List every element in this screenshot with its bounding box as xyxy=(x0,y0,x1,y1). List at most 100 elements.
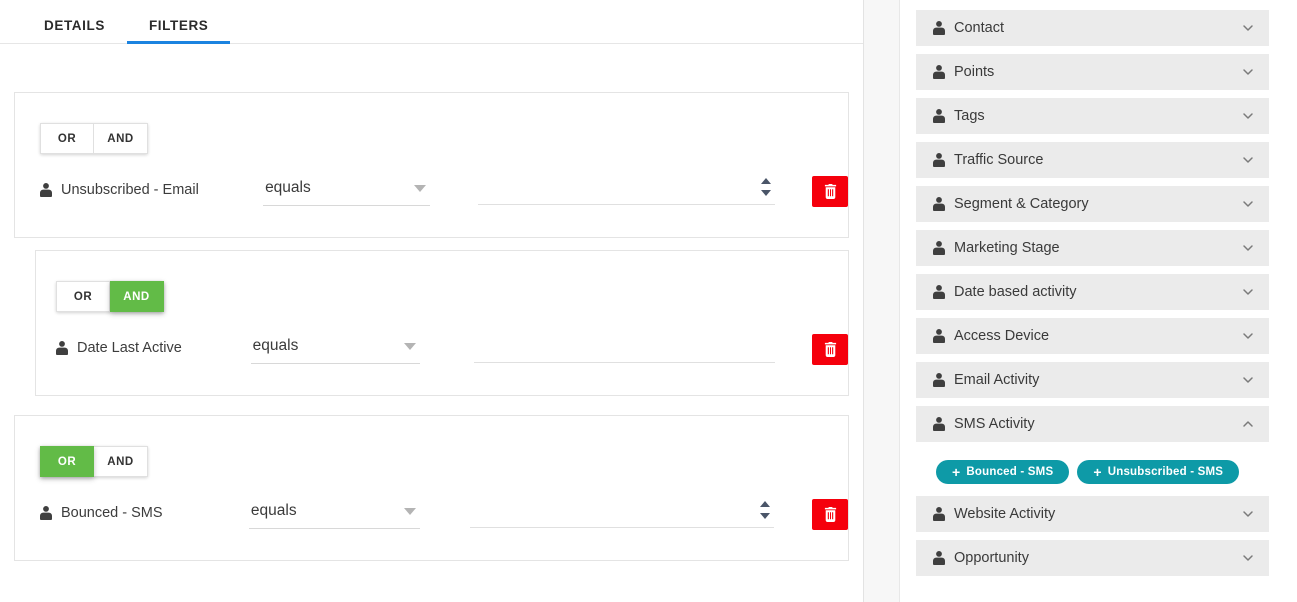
delete-filter-button[interactable] xyxy=(812,334,848,365)
tab-filters[interactable]: FILTERS xyxy=(126,18,231,44)
logic-operator-toggle: OR AND xyxy=(56,281,164,312)
sidebar-panel-website-activity[interactable]: Website Activity xyxy=(916,496,1269,532)
chevron-down-icon xyxy=(1243,157,1253,163)
user-icon xyxy=(933,329,945,343)
sidebar-panel-marketing-stage[interactable]: Marketing Stage xyxy=(916,230,1269,266)
sidebar-panel-label: Date based activity xyxy=(954,284,1077,300)
stepper-down-icon[interactable] xyxy=(760,190,771,196)
sidebar-panel-label: Email Activity xyxy=(954,372,1040,388)
main-panel: DETAILS FILTERS OR AND Unsubscribed - Email… xyxy=(0,0,864,602)
sidebar-panel-title: Opportunity xyxy=(933,550,1241,566)
filter-builder-screen: DETAILS FILTERS OR AND Unsubscribed - Email… xyxy=(0,0,1297,602)
user-icon xyxy=(933,197,945,211)
stepper-up-icon[interactable] xyxy=(759,501,770,507)
sidebar-panel-label: Traffic Source xyxy=(954,152,1044,168)
sidebar-panel-segment-category[interactable]: Segment & Category xyxy=(916,186,1269,222)
sidebar-panel-title: Email Activity xyxy=(933,372,1241,388)
logic-operator-toggle: OR AND xyxy=(40,123,148,154)
plus-icon: + xyxy=(952,464,961,480)
sidebar-panel-title: Website Activity xyxy=(933,506,1241,522)
panel-gutter xyxy=(864,0,900,602)
filter-field-text: Unsubscribed - Email xyxy=(61,182,199,198)
sidebar-panel-contact[interactable]: Contact xyxy=(916,10,1269,46)
stepper-down-icon[interactable] xyxy=(759,513,770,519)
logic-operator-toggle: OR AND xyxy=(40,446,148,477)
logic-and-button[interactable]: AND xyxy=(110,281,164,312)
delete-filter-button[interactable] xyxy=(812,499,848,530)
chevron-down-icon xyxy=(1243,377,1253,383)
chevron-down-icon xyxy=(1243,289,1253,295)
chevron-down-icon xyxy=(1243,333,1253,339)
trash-icon xyxy=(824,507,836,522)
user-icon xyxy=(56,341,68,355)
sidebar-panel-date-based-activity[interactable]: Date based activity xyxy=(916,274,1269,310)
trash-icon xyxy=(824,184,836,199)
filter-row: Unsubscribed - Email equalsnot equalempty… xyxy=(15,154,849,237)
chevron-down-icon xyxy=(1243,245,1253,251)
chevron-up-icon xyxy=(1243,421,1253,427)
filter-value-wrap xyxy=(473,334,775,363)
sidebar-panel-tags[interactable]: Tags xyxy=(916,98,1269,134)
sidebar-panel-title: Traffic Source xyxy=(933,152,1241,168)
sidebar-panel-title: Points xyxy=(933,64,1241,80)
operator-select-wrap: equalsnot equalemptynot empty xyxy=(263,176,430,206)
user-icon xyxy=(933,65,945,79)
sidebar-panel-label: Segment & Category xyxy=(954,196,1089,212)
operator-select[interactable]: equalsnot equalemptynot empty xyxy=(248,499,421,529)
filter-group: ORAND Unsubscribed - Email equalsnot equal… xyxy=(14,92,849,238)
filter-group: ORAND Bounced - SMS equalsnot equalemptyno… xyxy=(14,415,849,561)
sidebar-panel-title: Contact xyxy=(933,20,1241,36)
chevron-down-icon xyxy=(1243,69,1253,75)
sidebar-panel-label: Marketing Stage xyxy=(954,240,1060,256)
operator-select-wrap: equalsnot equalgreater thanless than xyxy=(250,334,420,364)
sidebar-panel-label: Access Device xyxy=(954,328,1050,344)
sidebar-panel-access-device[interactable]: Access Device xyxy=(916,318,1269,354)
filter-field-label: Bounced - SMS xyxy=(40,499,249,521)
trash-icon xyxy=(824,342,836,357)
sidebar-panel-points[interactable]: Points xyxy=(916,54,1269,90)
logic-and-button[interactable]: AND xyxy=(94,123,148,154)
filter-source-sidebar: Contact Points Tags Traffic Source Segment &… xyxy=(900,0,1296,602)
sidebar-panel-title: Segment & Category xyxy=(933,196,1241,212)
user-icon xyxy=(933,241,945,255)
add-filter-badge-label: Bounced - SMS xyxy=(966,466,1054,478)
user-icon xyxy=(933,373,945,387)
filter-field-label: Unsubscribed - Email xyxy=(40,176,263,198)
filter-value-input[interactable] xyxy=(478,176,776,205)
filter-row: Bounced - SMS equalsnot equalemptynot emp… xyxy=(15,477,848,560)
tab-bar: DETAILS FILTERS xyxy=(0,0,863,44)
filter-field-label: Date Last Active xyxy=(56,334,251,356)
operator-select[interactable]: equalsnot equalgreater thanless than xyxy=(250,334,420,364)
filter-group: ORAND Date Last Active equalsnot equalgrea… xyxy=(35,250,849,396)
chevron-down-icon xyxy=(1243,511,1253,517)
number-stepper[interactable] xyxy=(760,178,771,196)
sidebar-panel-sms-activity[interactable]: SMS Activity xyxy=(916,406,1269,442)
user-icon xyxy=(933,153,945,167)
filter-value-input[interactable] xyxy=(473,334,775,363)
logic-and-button[interactable]: AND xyxy=(94,446,148,477)
tab-details[interactable]: DETAILS xyxy=(22,18,127,44)
number-stepper[interactable] xyxy=(759,501,770,519)
plus-icon: + xyxy=(1093,464,1102,480)
logic-or-button[interactable]: OR xyxy=(40,446,94,477)
add-filter-badge[interactable]: + Unsubscribed - SMS xyxy=(1077,460,1240,484)
filter-field-text: Date Last Active xyxy=(77,340,182,356)
delete-filter-button[interactable] xyxy=(812,176,849,207)
sidebar-panel-title: Tags xyxy=(933,108,1241,124)
logic-or-button[interactable]: OR xyxy=(40,123,94,154)
sidebar-panel-traffic-source[interactable]: Traffic Source xyxy=(916,142,1269,178)
user-icon xyxy=(40,183,52,197)
sidebar-panel-label: Opportunity xyxy=(954,550,1029,566)
stepper-up-icon[interactable] xyxy=(760,178,771,184)
sidebar-panel-title: Date based activity xyxy=(933,284,1241,300)
add-filter-badge[interactable]: + Bounced - SMS xyxy=(936,460,1070,484)
sidebar-panel-title: SMS Activity xyxy=(933,416,1241,432)
sidebar-panel-email-activity[interactable]: Email Activity xyxy=(916,362,1269,398)
user-icon xyxy=(933,417,945,431)
filter-value-input[interactable] xyxy=(469,499,775,528)
filter-value-wrap xyxy=(478,176,776,205)
operator-select[interactable]: equalsnot equalemptynot empty xyxy=(263,176,430,206)
sidebar-panel-label: Contact xyxy=(954,20,1004,36)
logic-or-button[interactable]: OR xyxy=(56,281,110,312)
sidebar-panel-opportunity[interactable]: Opportunity xyxy=(916,540,1269,576)
